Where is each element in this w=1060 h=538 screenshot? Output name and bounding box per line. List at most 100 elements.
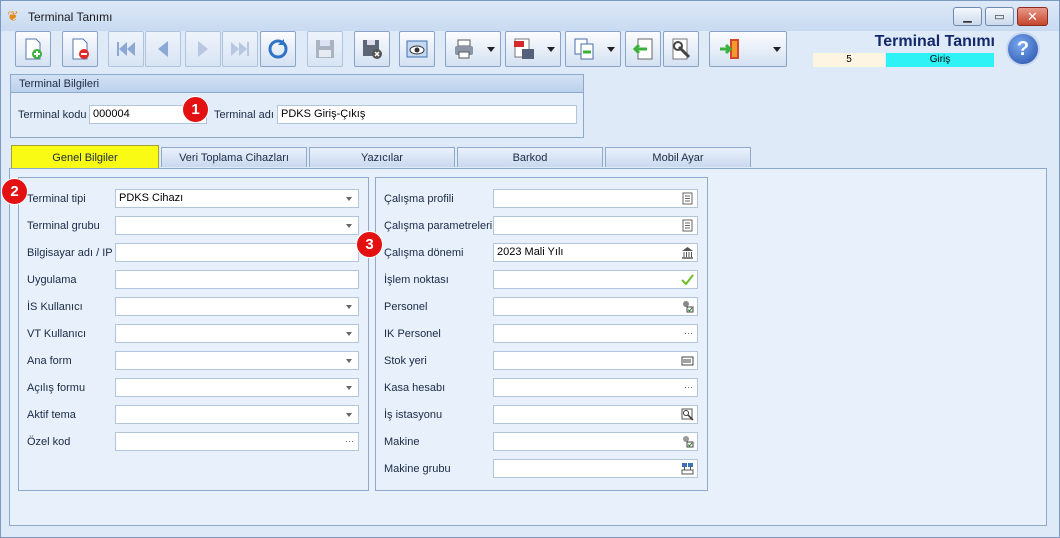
main-form-dropdown[interactable] <box>115 351 359 370</box>
active-theme-label: Aktif tema <box>27 409 76 421</box>
work-period-value: 2023 Mali Yılı <box>497 246 564 258</box>
maximize-button[interactable]: ▭ <box>985 7 1014 26</box>
copy-icon <box>574 38 594 60</box>
stock-location-field[interactable] <box>493 351 698 370</box>
delete-document-icon <box>72 38 89 60</box>
workstation-field[interactable] <box>493 405 698 424</box>
callout-badge-1: 1 <box>182 96 209 123</box>
preview-button[interactable] <box>399 31 435 67</box>
stock-location-label: Stok yeri <box>384 355 427 367</box>
delete-record-button[interactable] <box>62 31 98 67</box>
ellipsis-icon[interactable]: ··· <box>345 433 354 450</box>
terminal-type-dropdown[interactable]: PDKS Cihazı <box>115 189 359 208</box>
application-field[interactable] <box>115 270 359 289</box>
ellipsis-icon[interactable]: ··· <box>684 379 693 396</box>
machine-icon[interactable] <box>681 435 694 448</box>
tab-genel-bilgiler[interactable]: Genel Bilgiler <box>11 145 159 169</box>
new-record-button[interactable] <box>15 31 51 67</box>
list-icon[interactable] <box>681 192 694 205</box>
machine-group-icon[interactable] <box>681 462 694 475</box>
ellipsis-icon[interactable]: ··· <box>684 325 693 342</box>
refresh-button[interactable] <box>260 31 296 67</box>
checkmark-icon[interactable] <box>681 273 694 286</box>
record-number: 5 <box>813 53 885 67</box>
work-parameters-field[interactable] <box>493 216 698 235</box>
warehouse-icon[interactable] <box>681 354 694 367</box>
tools-button[interactable] <box>663 31 699 67</box>
cash-account-field[interactable]: ··· <box>493 378 698 397</box>
is-user-label: İS Kullanıcı <box>27 301 83 313</box>
export-pdf-button[interactable] <box>505 31 561 67</box>
application-label: Uygulama <box>27 274 77 286</box>
exit-button[interactable] <box>709 31 787 67</box>
terminal-group-dropdown[interactable] <box>115 216 359 235</box>
process-point-field[interactable] <box>493 270 698 289</box>
bank-icon[interactable] <box>681 246 694 259</box>
workstation-icon[interactable] <box>681 408 694 421</box>
next-record-button[interactable] <box>185 31 221 67</box>
main-window: ❦ Terminal Tanımı ▁ ▭ ✕ Terminal Tanımı … <box>0 0 1060 538</box>
active-theme-dropdown[interactable] <box>115 405 359 424</box>
hr-personnel-field[interactable]: ··· <box>493 324 698 343</box>
cash-account-label: Kasa hesabı <box>384 382 446 394</box>
terminal-type-label: Terminal tipi <box>27 193 86 205</box>
new-document-icon <box>25 38 42 60</box>
machine-field[interactable] <box>493 432 698 451</box>
minimize-button[interactable]: ▁ <box>953 7 982 26</box>
work-profile-label: Çalışma profili <box>384 193 454 205</box>
eye-icon <box>406 40 428 58</box>
work-period-label: Çalışma dönemi <box>384 247 464 259</box>
chevron-down-icon <box>346 197 352 201</box>
terminal-type-value: PDKS Cihazı <box>119 192 184 204</box>
print-button[interactable] <box>445 31 501 67</box>
tab-yazicilar[interactable]: Yazıcılar <box>309 147 455 167</box>
list-icon[interactable] <box>681 219 694 232</box>
computer-ip-field[interactable] <box>115 243 359 262</box>
personnel-field[interactable] <box>493 297 698 316</box>
copy-button[interactable] <box>565 31 621 67</box>
close-button[interactable]: ✕ <box>1017 7 1048 26</box>
last-record-button[interactable] <box>222 31 258 67</box>
page-title: Terminal Tanımı <box>874 33 995 50</box>
previous-icon <box>158 41 168 57</box>
tools-icon <box>672 38 691 60</box>
save-button[interactable] <box>307 31 343 67</box>
work-period-field[interactable]: 2023 Mali Yılı <box>493 243 698 262</box>
person-icon[interactable] <box>681 300 694 313</box>
maximize-icon: ▭ <box>994 11 1005 23</box>
save-cancel-icon <box>363 40 382 59</box>
chevron-down-icon <box>346 413 352 417</box>
tab-veri-toplama-cihazlari[interactable]: Veri Toplama Cihazları <box>161 147 307 167</box>
machine-group-field[interactable] <box>493 459 698 478</box>
previous-record-button[interactable] <box>145 31 181 67</box>
workstation-label: İş istasyonu <box>384 409 443 421</box>
save-cancel-button[interactable] <box>354 31 390 67</box>
chevron-down-icon <box>346 224 352 228</box>
startup-form-dropdown[interactable] <box>115 378 359 397</box>
machine-group-label: Makine grubu <box>384 463 451 475</box>
tab-barkod[interactable]: Barkod <box>457 147 603 167</box>
terminal-name-field[interactable]: PDKS Giriş-Çıkış <box>277 105 577 124</box>
vt-user-dropdown[interactable] <box>115 324 359 343</box>
import-button[interactable] <box>625 31 661 67</box>
chevron-down-icon <box>346 386 352 390</box>
first-record-button[interactable] <box>108 31 144 67</box>
help-icon: ? <box>1016 37 1030 60</box>
work-profile-field[interactable] <box>493 189 698 208</box>
title-bar: ❦ Terminal Tanımı ▁ ▭ ✕ <box>1 1 1059 31</box>
tab-mobil-ayar[interactable]: Mobil Ayar <box>605 147 751 167</box>
vt-user-label: VT Kullanıcı <box>27 328 87 340</box>
minimize-icon: ▁ <box>963 11 972 23</box>
chevron-down-icon <box>346 359 352 363</box>
chevron-down-icon <box>547 47 555 52</box>
help-button[interactable]: ? <box>1006 32 1040 66</box>
special-code-field[interactable]: ··· <box>115 432 359 451</box>
window-title: Terminal Tanımı <box>28 10 113 24</box>
is-user-dropdown[interactable] <box>115 297 359 316</box>
last-icon <box>231 42 249 56</box>
chevron-down-icon <box>346 305 352 309</box>
special-code-label: Özel kod <box>27 436 71 448</box>
hr-personnel-label: IK Personel <box>384 328 441 340</box>
computer-ip-label: Bilgisayar adı / IP <box>27 247 113 259</box>
process-point-label: İşlem noktası <box>384 274 449 286</box>
